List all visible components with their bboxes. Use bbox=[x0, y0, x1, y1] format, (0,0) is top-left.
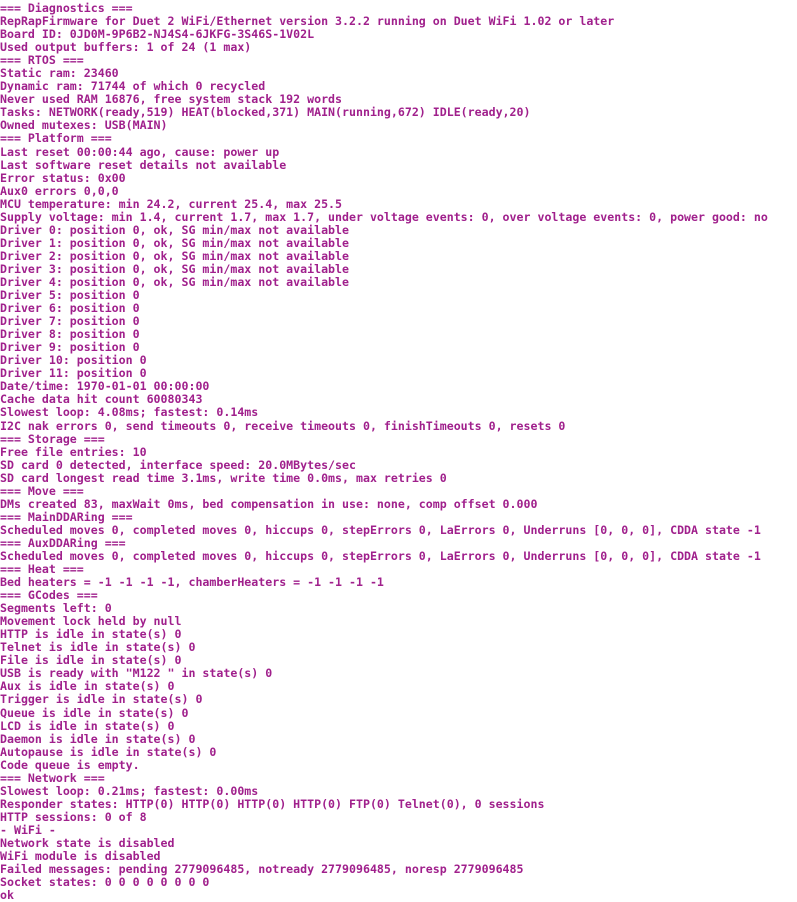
console-line: === AuxDDARing === bbox=[0, 535, 126, 550]
console-line: === Platform === bbox=[0, 131, 112, 146]
console-line: === Move === bbox=[0, 483, 84, 498]
console-line: I2C nak errors 0, send timeouts 0, recei… bbox=[0, 418, 566, 433]
console-line: Aux0 errors 0,0,0 bbox=[0, 183, 119, 198]
console-line: Trigger is idle in state(s) 0 bbox=[0, 692, 203, 707]
console-line: Responder states: HTTP(0) HTTP(0) HTTP(0… bbox=[0, 796, 545, 811]
console-line: Used output buffers: 1 of 24 (1 max) bbox=[0, 40, 252, 55]
console-line: Queue is idle in state(s) 0 bbox=[0, 705, 189, 720]
console-line: Owned mutexes: USB(MAIN) bbox=[0, 118, 168, 133]
console-line: Daemon is idle in state(s) 0 bbox=[0, 731, 196, 746]
console-line: Socket states: 0 0 0 0 0 0 0 0 bbox=[0, 875, 210, 890]
console-line: DMs created 83, maxWait 0ms, bed compens… bbox=[0, 496, 538, 511]
console-line: === RTOS === bbox=[0, 53, 84, 68]
console-line: === MainDDARing === bbox=[0, 509, 133, 524]
console-line: === GCodes === bbox=[0, 588, 98, 603]
console-line: Slowest loop: 0.21ms; fastest: 0.00ms bbox=[0, 783, 259, 798]
console-line: Code queue is empty. bbox=[0, 757, 140, 772]
console-line: Driver 2: position 0, ok, SG min/max not… bbox=[0, 248, 350, 263]
console-line: ok bbox=[0, 888, 14, 902]
console-line: Supply voltage: min 1.4, current 1.7, ma… bbox=[0, 209, 768, 224]
console-line: Error status: 0x00 bbox=[0, 170, 126, 185]
console-line: Driver 1: position 0, ok, SG min/max not… bbox=[0, 235, 350, 250]
console-line: === Network === bbox=[0, 770, 105, 785]
console-line: Scheduled moves 0, completed moves 0, hi… bbox=[0, 522, 761, 537]
console-line: SD card 0 detected, interface speed: 20.… bbox=[0, 457, 356, 472]
console-line: Autopause is idle in state(s) 0 bbox=[0, 744, 217, 759]
console-line: === Storage === bbox=[0, 431, 105, 446]
console-line: Last reset 00:00:44 ago, cause: power up bbox=[0, 144, 280, 159]
console-line: SD card longest read time 3.1ms, write t… bbox=[0, 470, 447, 485]
console-line: Slowest loop: 4.08ms; fastest: 0.14ms bbox=[0, 405, 259, 420]
console-line: HTTP sessions: 0 of 8 bbox=[0, 809, 147, 824]
console-line: MCU temperature: min 24.2, current 25.4,… bbox=[0, 196, 343, 211]
console-line: Bed heaters = -1 -1 -1 -1, chamberHeater… bbox=[0, 575, 384, 590]
diagnostics-console-output: === Diagnostics === RepRapFirmware for Du… bbox=[0, 0, 797, 902]
console-line: Free file entries: 10 bbox=[0, 444, 147, 459]
console-line: LCD is idle in state(s) 0 bbox=[0, 718, 175, 733]
console-line: Last software reset details not availabl… bbox=[0, 157, 287, 172]
console-line: Driver 0: position 0, ok, SG min/max not… bbox=[0, 222, 350, 237]
console-line: Scheduled moves 0, completed moves 0, hi… bbox=[0, 548, 761, 563]
